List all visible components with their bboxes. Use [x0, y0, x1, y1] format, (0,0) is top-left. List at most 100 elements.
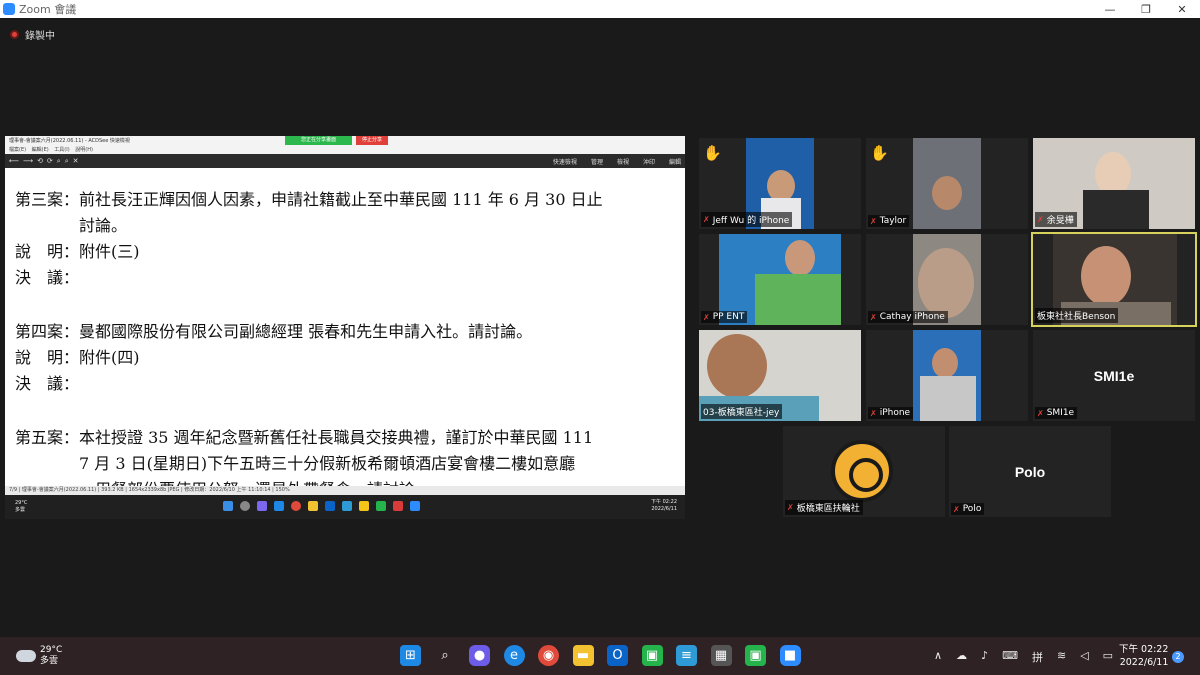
doc-line: 第五案：本社授證 35 週年紀念暨新舊任社長職員交接典禮，謹訂於中華民國 111: [15, 428, 594, 447]
mic-muted-icon: ✗: [870, 216, 877, 226]
acdsee-tools: ⟵⟶⟲⟳⌕⌕✕: [9, 156, 83, 165]
participant-name: Polo: [962, 504, 982, 514]
participant-name: iPhone: [879, 408, 911, 418]
shared-clock-date: 2022/6/11: [651, 506, 677, 512]
edge-icon[interactable]: e: [503, 645, 525, 666]
document-page: 第三案：前社長汪正輝因個人因素，申請社籍截止至中華民國 111 年 6 月 30…: [5, 168, 685, 486]
chevron-up-icon[interactable]: ∧: [934, 649, 942, 665]
tab-manage: 管理: [590, 158, 603, 166]
participant-name: Cathay iPhone: [879, 312, 945, 322]
restore-button[interactable]: ❐: [1128, 0, 1164, 18]
search-icon: [240, 501, 250, 511]
zoom-titlebar: Zoom 會議 — ❐ ✕: [0, 0, 1200, 18]
ime-icon[interactable]: ⌨: [1002, 649, 1018, 665]
doc-line: 第四案：曼都國際股份有限公司副總經理 張春和先生申請入社。請討論。: [15, 322, 533, 341]
participant-name: Taylor: [879, 216, 907, 226]
participant-tile[interactable]: SMI1e ✗ SMI1e: [1033, 330, 1195, 421]
shared-weather-temp: 29°C: [15, 500, 28, 506]
minimize-button[interactable]: —: [1092, 0, 1128, 18]
participant-tile[interactable]: 03-板橋東區社-jey: [699, 330, 861, 421]
mic-muted-icon: ✗: [870, 408, 877, 418]
close-button[interactable]: ✕: [1164, 0, 1200, 18]
tab-edit: 編輯: [668, 158, 681, 166]
recording-label: 錄製中: [25, 31, 55, 42]
recording-indicator[interactable]: 錄製中: [10, 27, 55, 42]
participant-name: 余旻樺: [1046, 216, 1074, 226]
mic-muted-icon: ✗: [1037, 215, 1044, 224]
taskbar-clock[interactable]: 下午 02:22 2022/6/11: [1119, 643, 1168, 669]
participant-tile[interactable]: Polo ✗ Polo: [949, 426, 1111, 517]
chrome-icon[interactable]: ◉: [538, 645, 559, 666]
windows-taskbar: 29°C 多雲 ⊞ ⌕ ● e ◉ ▬ O ▣ ≡ ▦ ▣ ■ ∧ ☁ ♪ ⌨ …: [0, 637, 1200, 675]
tab-develop: 沖印: [642, 158, 655, 166]
mic-muted-icon: ✗: [703, 215, 710, 224]
doc-line: 說 明：附件(四): [15, 348, 140, 367]
system-tray: ∧ ☁ ♪ ⌨ 拼 ≋ ◁ ▭: [934, 649, 1127, 665]
notification-badge[interactable]: 2: [1172, 651, 1184, 663]
participant-name: 板東社社長Benson: [1037, 312, 1116, 322]
folder-icon: [308, 501, 318, 511]
sharing-status: 您正在分享畫面: [285, 136, 353, 145]
cloud-icon: [16, 650, 36, 662]
mic-muted-icon: ✗: [870, 312, 877, 322]
shared-weather: 29°C 多雲: [15, 500, 27, 514]
participant-name: 板橋東區扶輪社: [796, 504, 860, 514]
tab-view: 檢視: [616, 158, 629, 166]
sticky-icon: [359, 501, 369, 511]
participant-name: SMI1e: [1046, 408, 1075, 418]
wifi-icon[interactable]: ≋: [1057, 649, 1066, 665]
participant-tile[interactable]: ✗ Cathay iPhone: [866, 234, 1028, 325]
mic-muted-icon: ✗: [953, 504, 960, 514]
notepad-icon[interactable]: ≡: [676, 645, 697, 666]
volume-muted-icon[interactable]: ◁: [1080, 649, 1088, 665]
clock-date: 2022/6/11: [1119, 657, 1169, 668]
doc-line: 7 月 3 日(星期日)下午五時三十分假新板希爾頓酒店宴會樓二樓如意廳: [15, 454, 576, 473]
participant-tile[interactable]: ✗ PP ENT: [699, 234, 861, 325]
mic-muted-icon: ✗: [703, 312, 710, 322]
battery-icon[interactable]: ▭: [1103, 649, 1113, 665]
shared-clock-time: 下午 02:22: [651, 499, 677, 505]
edge-icon: [274, 501, 284, 511]
file-explorer-icon[interactable]: ▬: [572, 645, 594, 666]
window-title: Zoom 會議: [19, 3, 77, 16]
outlook-icon[interactable]: O: [607, 645, 628, 666]
outlook-icon: [325, 501, 335, 511]
microphone-icon[interactable]: ♪: [981, 649, 988, 665]
shared-weather-desc: 多雲: [15, 507, 26, 513]
weather-desc: 多雲: [40, 656, 59, 666]
zoom-icon: [410, 501, 420, 511]
doc-line: 決 議：: [15, 374, 80, 393]
acdsee-toolbar: ⟵⟶⟲⟳⌕⌕✕ 快速檢視 管理 檢視 沖印 編輯: [5, 154, 685, 168]
onedrive-icon[interactable]: ☁: [956, 649, 967, 665]
participant-name: Jeff Wu 的 iPhone: [712, 216, 790, 226]
calculator-icon[interactable]: ▦: [710, 645, 732, 666]
zoom-logo-icon: [3, 3, 15, 15]
rotary-logo-icon: [831, 440, 893, 502]
zoom-app-icon[interactable]: ■: [779, 645, 801, 666]
teams-chat-icon[interactable]: ●: [469, 645, 490, 666]
weather-widget[interactable]: 29°C 多雲: [16, 645, 62, 667]
stop-share-button[interactable]: 停止分享: [356, 136, 389, 145]
record-icon: [10, 30, 19, 39]
windows-start-icon[interactable]: ⊞: [400, 645, 421, 666]
notes-icon: [342, 501, 352, 511]
chrome-icon: [291, 501, 301, 511]
participant-tile[interactable]: ✗ 板橋東區扶輪社: [783, 426, 945, 517]
participant-tile[interactable]: ✋ ✗ Taylor: [866, 138, 1028, 229]
line-icon: [376, 501, 386, 511]
participant-tile[interactable]: ✗ iPhone: [866, 330, 1028, 421]
doc-line: ，用餐部份要使用公帑，還是外帶餐食。請討論。: [15, 476, 431, 486]
weather-temp: 29°C: [40, 645, 63, 655]
participant-name: PP ENT: [712, 312, 745, 322]
participant-tile[interactable]: ✗ 余旻樺: [1033, 138, 1195, 229]
language-icon[interactable]: 拼: [1032, 649, 1043, 665]
clock-time: 下午 02:22: [1119, 644, 1169, 655]
search-icon[interactable]: ⌕: [435, 645, 456, 666]
participant-tile-active-speaker[interactable]: 板東社社長Benson: [1031, 232, 1197, 327]
shared-taskbar-icons: [223, 501, 427, 511]
mic-muted-icon: ✗: [1037, 408, 1044, 418]
participant-tile[interactable]: ✋ ✗ Jeff Wu 的 iPhone: [699, 138, 861, 229]
share-control-bar: 您正在分享畫面 停止分享: [285, 136, 389, 145]
line-icon[interactable]: ▣: [641, 645, 663, 666]
line-app-icon[interactable]: ▣: [745, 645, 766, 666]
